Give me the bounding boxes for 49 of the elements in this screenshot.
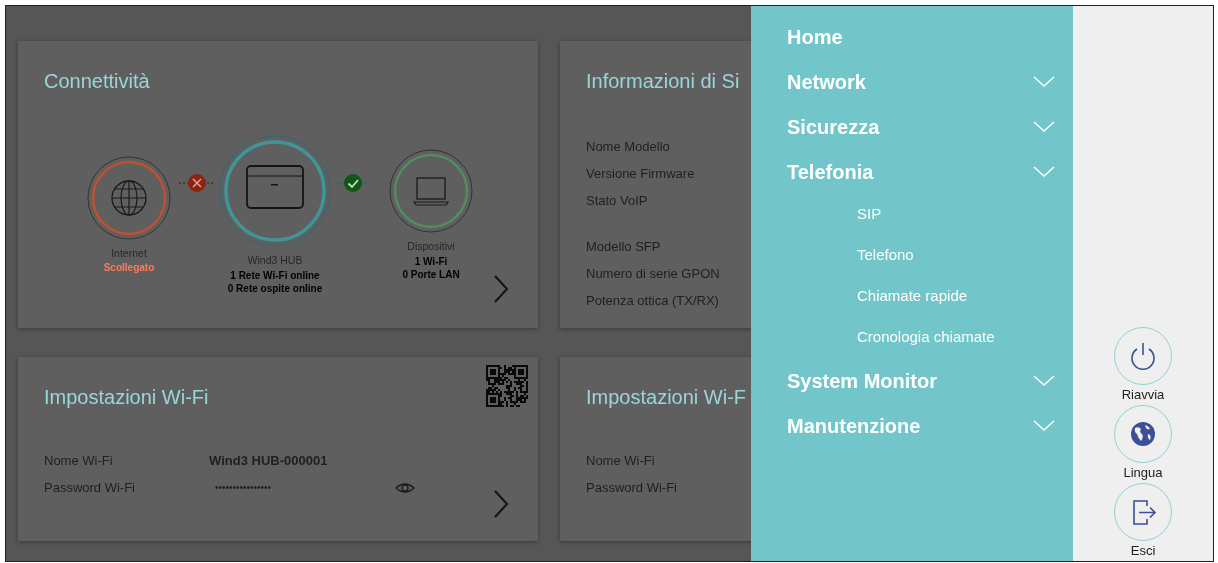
router-icon [246,165,304,209]
laptop-icon [412,177,450,206]
node-status-text: Scollegato [103,261,155,275]
submenu-item[interactable]: Chiamate rapide [787,274,1073,317]
card-title: Impostazioni Wi-Fi [44,385,209,409]
menu-item[interactable]: Network [787,59,1055,104]
field-value: Wind3 HUB-000001 [209,451,328,470]
menu-item[interactable]: Manutenzione [787,403,1055,448]
node-label: Internet [111,245,147,261]
globe-icon [111,179,147,216]
connector-line [179,181,215,184]
card-title: Connettività [44,69,150,93]
connector-line [335,181,371,184]
chevron-down-icon[interactable] [1033,120,1055,133]
menu-item[interactable]: Home [787,14,1055,59]
node-status-text: 1 Rete Wi-Fi online [230,268,320,282]
submenu-item[interactable]: Cronologia chiamate [787,315,1073,358]
card-title: Impostazioni Wi-F [586,385,747,409]
node-status-text: 1 Wi-Fi [414,254,448,268]
menu-item[interactable]: Sicurezza [787,104,1055,149]
info-label: Modello SFP [586,237,661,256]
node-status-text: 0 Rete ospite online [227,281,323,295]
chevron-down-icon[interactable] [1033,165,1055,178]
next-chevron-icon[interactable] [492,489,510,519]
card-title: Informazioni di Si [586,69,740,93]
chevron-down-icon[interactable] [1033,374,1055,387]
submenu-item[interactable]: SIP [787,192,1073,235]
qr-code [486,365,528,407]
field-label: Password Wi-Fi [586,478,677,497]
node-status-text: 0 Porte LAN [402,267,460,281]
field-label: Nome Wi-Fi [44,451,114,470]
field-label: Password Wi-Fi [44,478,136,497]
menu-item[interactable]: Telefonia [787,149,1055,194]
menu-item[interactable]: System Monitor [787,358,1055,403]
node-label: Wind3 HUB [247,253,303,268]
info-label: Potenza ottica (TX/RX) [586,291,719,310]
next-chevron-icon[interactable] [492,274,510,304]
globe-icon [1128,419,1158,449]
node-label: Dispositivi [407,239,455,254]
info-label: Numero di serie GPON [586,264,720,283]
info-label: Nome Modello [586,137,670,156]
info-label: Stato VoIP [586,191,648,210]
field-label: Nome Wi-Fi [586,451,655,470]
submenu-item[interactable]: Telefono [787,233,1073,276]
chevron-down-icon[interactable] [1033,419,1055,432]
power-icon [1128,341,1158,371]
password-value: •••••••••••••••• [215,481,272,495]
chevron-down-icon[interactable] [1033,75,1055,88]
info-label: Versione Firmware [586,164,695,183]
